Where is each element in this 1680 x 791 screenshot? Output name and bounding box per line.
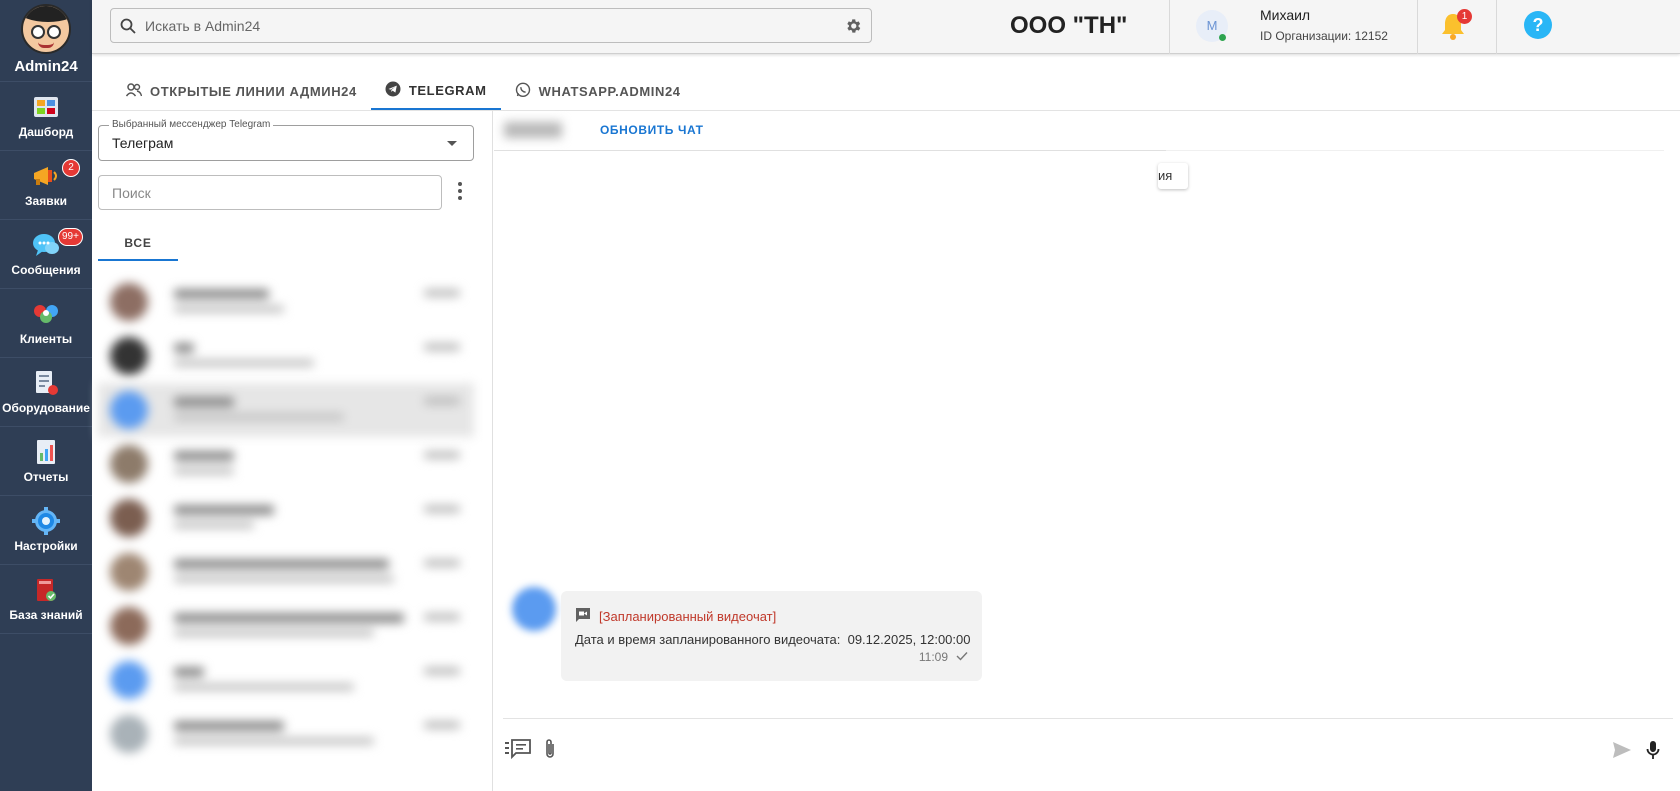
help-icon[interactable]: ? xyxy=(1524,11,1552,39)
notifications-count-badge: 1 xyxy=(1457,9,1472,24)
sidebar-item-label: Клиенты xyxy=(19,331,73,346)
sidebar-item-label: Заявки xyxy=(25,193,67,208)
message-title-text: [Запланированный видеочат] xyxy=(599,609,777,624)
message-text-label: Дата и время запланированного видеочата: xyxy=(575,632,841,647)
chat-list-item[interactable] xyxy=(98,707,474,761)
brand-logo-icon xyxy=(21,4,71,54)
quick-replies-icon[interactable] xyxy=(505,739,531,764)
megaphone-icon xyxy=(32,163,60,189)
message-text: Дата и время запланированного видеочата:… xyxy=(575,632,970,647)
chat-list-item[interactable] xyxy=(98,437,474,491)
sidebar-item-clients[interactable]: Клиенты xyxy=(0,289,92,358)
sidebar-item-label: Оборудование xyxy=(2,400,90,415)
microphone-icon[interactable] xyxy=(1646,740,1660,765)
dropdown-arrow-icon xyxy=(447,141,457,146)
online-status-dot xyxy=(1219,34,1226,41)
top-bar: ООО "ТН" М Михаил ID Организации: 12152 … xyxy=(92,0,1680,54)
contact-avatar xyxy=(512,587,556,631)
sidebar-item-reports[interactable]: Отчеты xyxy=(0,427,92,496)
messages-count-badge: 99+ xyxy=(58,228,83,246)
video-chat-icon xyxy=(575,607,591,626)
tab-label: WHATSAPP.ADMIN24 xyxy=(538,83,681,99)
chat-list-item[interactable] xyxy=(98,491,474,545)
chat-list-item[interactable] xyxy=(98,383,474,437)
chat-bubbles-icon xyxy=(32,232,60,258)
chat-list-item[interactable] xyxy=(98,599,474,653)
composer-divider xyxy=(503,718,1673,719)
chat-list-item[interactable] xyxy=(98,275,474,329)
chat-contact-name xyxy=(504,122,562,138)
dashboard-icon xyxy=(32,94,60,120)
sidebar-item-label: Дашборд xyxy=(18,124,74,139)
tab-telegram[interactable]: TELEGRAM xyxy=(370,72,501,110)
organization-title: ООО "ТН" xyxy=(1010,12,1128,39)
knowledge-book-icon xyxy=(32,577,60,603)
sidebar-item-label: База знаний xyxy=(9,607,83,622)
chat-header-divider xyxy=(494,150,1166,151)
reports-icon xyxy=(32,439,60,465)
messenger-select[interactable]: Выбранный мессенджер Telegram Телеграм xyxy=(98,119,474,161)
organization-id: ID Организации: 12152 xyxy=(1260,29,1388,43)
message-delivered-check-icon xyxy=(956,650,968,664)
sidebar-item-label: Отчеты xyxy=(23,469,69,484)
message-meta: 11:09 xyxy=(919,650,968,664)
date-chip: ия xyxy=(1158,163,1188,189)
messenger-select-legend: Выбранный мессенджер Telegram xyxy=(109,119,274,130)
chat-list xyxy=(98,275,474,761)
global-search-input[interactable] xyxy=(145,17,835,34)
chat-list-panel: Выбранный мессенджер Telegram Телеграм В… xyxy=(92,110,493,791)
chat-list-item[interactable] xyxy=(98,653,474,707)
refresh-chat-button[interactable]: ОБНОВИТЬ ЧАТ xyxy=(600,123,704,137)
messenger-tabs: ОТКРЫТЫЕ ЛИНИИ АДМИН24 TELEGRAM WHATSAPP… xyxy=(92,72,695,110)
user-name[interactable]: Михаил xyxy=(1260,7,1310,23)
sidebar-item-equipment[interactable]: Оборудование xyxy=(0,358,92,427)
topbar-divider xyxy=(1169,0,1170,54)
message-time: 11:09 xyxy=(918,650,948,664)
sidebar: Admin24 Дашборд Заявки 2 Сообщения 99+ К… xyxy=(0,0,92,791)
chat-header-divider xyxy=(1166,150,1664,151)
filter-tab-all[interactable]: ВСЕ xyxy=(98,225,178,261)
messenger-select-value: Телеграм xyxy=(112,135,174,151)
chat-header: ОБНОВИТЬ ЧАТ xyxy=(494,110,1664,150)
message-bubble: [Запланированный видеочат] Дата и время … xyxy=(561,591,982,681)
tab-label: TELEGRAM xyxy=(408,82,487,98)
sidebar-item-label: Сообщения xyxy=(11,262,81,277)
tab-whatsapp[interactable]: WHATSAPP.ADMIN24 xyxy=(501,72,695,110)
composer-tools xyxy=(505,738,557,765)
chat-search-input[interactable] xyxy=(98,175,442,210)
send-icon[interactable] xyxy=(1612,741,1632,764)
sidebar-item-knowledge-base[interactable]: База знаний xyxy=(0,565,92,634)
brand-name: Admin24 xyxy=(14,58,78,75)
more-options-icon[interactable] xyxy=(456,182,464,200)
topbar-divider xyxy=(1496,0,1497,54)
sidebar-item-dashboard[interactable]: Дашборд xyxy=(0,82,92,151)
whatsapp-icon xyxy=(515,82,531,101)
composer-actions xyxy=(1612,740,1660,765)
topbar-divider xyxy=(1417,0,1418,54)
message-title: [Запланированный видеочат] xyxy=(575,607,776,626)
sidebar-item-label: Настройки xyxy=(14,538,78,553)
search-icon xyxy=(111,18,145,34)
equipment-icon xyxy=(32,370,60,396)
global-search xyxy=(110,8,872,43)
message-text-value: 09.12.2025, 12:00:00 xyxy=(847,632,971,647)
attach-file-icon[interactable] xyxy=(543,738,557,765)
search-settings-gear-icon[interactable] xyxy=(835,17,871,35)
sidebar-item-messages[interactable]: Сообщения 99+ xyxy=(0,220,92,289)
chat-list-item[interactable] xyxy=(98,329,474,383)
settings-gear-icon xyxy=(32,506,60,535)
sidebar-item-settings[interactable]: Настройки xyxy=(0,496,92,565)
telegram-icon xyxy=(385,81,401,100)
sidebar-item-requests[interactable]: Заявки 2 xyxy=(0,151,92,220)
brand[interactable]: Admin24 xyxy=(0,0,92,82)
people-icon xyxy=(125,82,143,100)
date-chip-text: ия xyxy=(1158,168,1173,183)
clients-icon xyxy=(32,301,60,327)
tab-label: ОТКРЫТЫЕ ЛИНИИ АДМИН24 xyxy=(150,83,357,99)
tab-open-lines[interactable]: ОТКРЫТЫЕ ЛИНИИ АДМИН24 xyxy=(112,72,371,110)
app-root: Admin24 Дашборд Заявки 2 Сообщения 99+ К… xyxy=(0,0,1680,791)
requests-count-badge: 2 xyxy=(62,159,80,177)
chat-list-item[interactable] xyxy=(98,545,474,599)
